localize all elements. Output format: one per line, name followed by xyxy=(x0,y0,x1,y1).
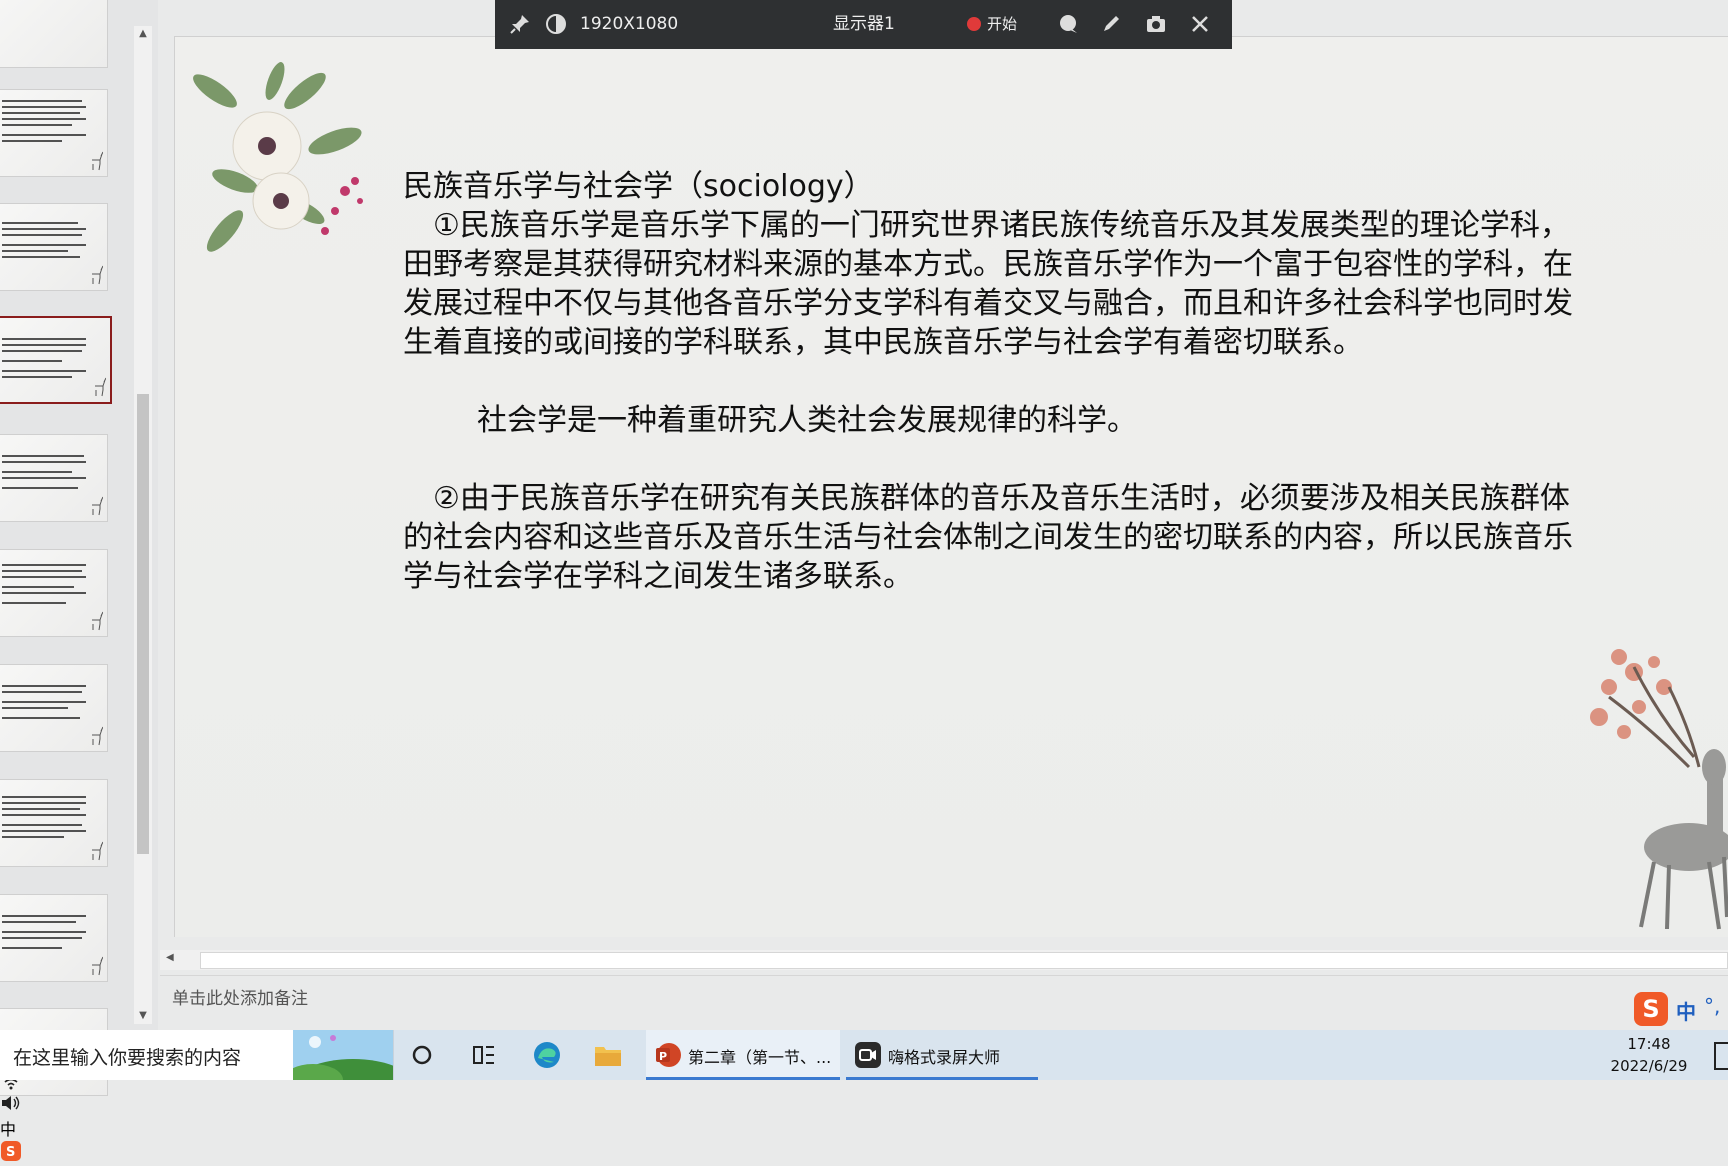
contrast-icon[interactable] xyxy=(545,0,567,49)
camera-icon[interactable] xyxy=(1145,0,1167,49)
powerpoint-icon: P xyxy=(656,1043,681,1067)
search-scenery-icon xyxy=(293,1030,393,1080)
slide-paragraph-1: ①民族音乐学是音乐学下属的一门研究世界诸民族传统音乐及其发展类型的理论学科，田野… xyxy=(403,208,1573,360)
deer-icon xyxy=(95,377,106,397)
scroll-left-arrow-icon[interactable]: ◀ xyxy=(166,952,174,963)
task-view-icon[interactable] xyxy=(460,1030,508,1080)
slide-thumbnail-current[interactable] xyxy=(0,316,112,404)
slide-thumbnail[interactable] xyxy=(0,203,108,291)
slide-thumbnail[interactable] xyxy=(0,664,108,752)
resolution-label[interactable]: 1920X1080 xyxy=(580,0,678,49)
svg-text:S: S xyxy=(6,1145,15,1160)
cortana-icon[interactable] xyxy=(398,1030,446,1080)
deer-icon xyxy=(92,151,103,171)
sogou-logo-icon[interactable]: S xyxy=(1634,992,1668,1026)
windows-taskbar: 在这里输入你要搜索的内容 P 第二章（第一节、... 嗨格式录屏大师 中 S 1… xyxy=(0,1030,1728,1161)
volume-icon[interactable] xyxy=(0,1094,1728,1116)
slide-thumbnail[interactable] xyxy=(0,779,108,867)
deer-icon xyxy=(92,841,103,861)
slide-thumbnail[interactable] xyxy=(0,894,108,982)
deer-icon xyxy=(92,956,103,976)
scroll-up-arrow-icon[interactable]: ▲ xyxy=(134,26,152,42)
tray-ime-indicator[interactable]: 中 xyxy=(0,1116,1728,1140)
close-icon[interactable] xyxy=(1190,0,1210,49)
svg-text:P: P xyxy=(659,1050,667,1063)
slide-thumbnail[interactable] xyxy=(0,434,108,522)
taskbar-search-box[interactable]: 在这里输入你要搜索的内容 xyxy=(0,1030,394,1080)
screen-recorder-toolbar: 1920X1080 显示器1 开始 xyxy=(495,0,1232,49)
search-placeholder[interactable]: 在这里输入你要搜索的内容 xyxy=(13,1043,241,1070)
slide-heading: 民族音乐学与社会学（sociology） xyxy=(403,169,874,204)
deer-decoration xyxy=(1590,649,1728,930)
slide-thumbnail[interactable] xyxy=(0,549,108,637)
scrollbar-thumb[interactable] xyxy=(137,394,149,854)
notes-placeholder[interactable]: 单击此处添加备注 xyxy=(172,984,308,1009)
ime-punctuation[interactable]: °, xyxy=(1704,994,1720,1018)
taskbar-app-label: 第二章（第一节、... xyxy=(688,1048,832,1067)
record-dot-icon xyxy=(967,17,981,31)
slide-definition: 社会学是一种着重研究人类社会发展规律的科学。 xyxy=(477,403,1137,438)
taskbar-app-label: 嗨格式录屏大师 xyxy=(888,1048,1001,1067)
flower-decoration xyxy=(193,62,363,252)
deer-icon xyxy=(92,496,103,516)
slide-thumbnail[interactable] xyxy=(0,0,108,68)
slide-canvas[interactable]: 民族音乐学与社会学（sociology） ①民族音乐学是音乐学下属的一门研究世界… xyxy=(174,36,1728,937)
pen-icon[interactable] xyxy=(1100,0,1122,49)
scroll-down-arrow-icon[interactable]: ▼ xyxy=(134,1008,152,1024)
clock-time: 17:48 xyxy=(1627,1035,1671,1053)
system-clock[interactable]: 17:48 2022/6/29 xyxy=(1594,1033,1704,1077)
taskbar-app-powerpoint[interactable]: P 第二章（第一节、... xyxy=(646,1030,840,1080)
recorder-app-icon xyxy=(855,1042,881,1068)
thumbnail-scrollbar[interactable]: ▲ ▼ xyxy=(134,26,152,1024)
display-selector[interactable]: 显示器1 xyxy=(833,0,895,49)
pin-icon[interactable] xyxy=(509,0,531,49)
chat-bubble-icon[interactable] xyxy=(1057,0,1079,49)
clock-date: 2022/6/29 xyxy=(1610,1057,1688,1075)
start-label: 开始 xyxy=(987,15,1018,33)
sogou-tray-icon[interactable]: S xyxy=(0,1140,1728,1166)
slide-thumbnail[interactable] xyxy=(0,89,108,177)
horizontal-scrollbar[interactable]: ◀ xyxy=(160,950,1728,970)
slide-text-box[interactable]: 民族音乐学与社会学（sociology） ①民族音乐学是音乐学下属的一门研究世界… xyxy=(403,167,1583,596)
edge-browser-icon[interactable] xyxy=(523,1030,571,1080)
slide-thumbnail-pane: ▲ ▼ xyxy=(0,0,158,1096)
deer-icon xyxy=(92,265,103,285)
show-desktop-button[interactable] xyxy=(1714,1042,1728,1070)
taskbar-app-recorder[interactable]: 嗨格式录屏大师 xyxy=(846,1030,1038,1080)
ime-language[interactable]: 中 xyxy=(1676,996,1696,1025)
start-record-button[interactable]: 开始 xyxy=(967,0,1017,49)
file-explorer-icon[interactable] xyxy=(584,1030,632,1080)
ime-status-bar[interactable]: S 中 °, xyxy=(1630,990,1728,1026)
deer-icon xyxy=(92,726,103,746)
slide-paragraph-2: ②由于民族音乐学在研究有关民族群体的音乐及音乐生活时，必须要涉及相关民族群体的社… xyxy=(403,481,1573,594)
notes-pane[interactable]: 单击此处添加备注 xyxy=(160,975,1728,1031)
deer-icon xyxy=(92,611,103,631)
scrollbar-track[interactable] xyxy=(200,952,1728,969)
